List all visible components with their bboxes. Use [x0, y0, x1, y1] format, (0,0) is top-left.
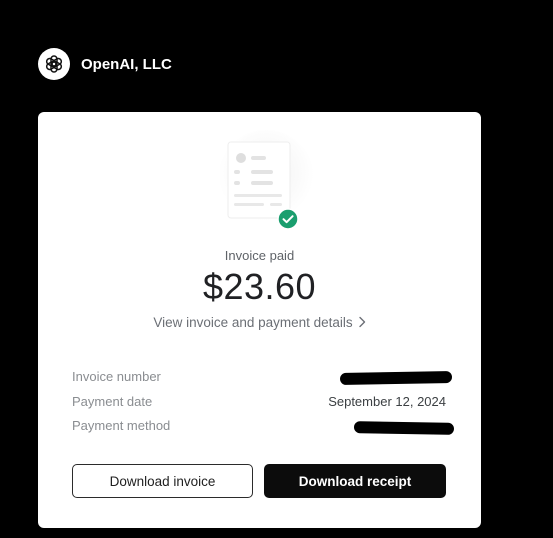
payment-method-label: Payment method: [72, 418, 171, 433]
download-invoice-button[interactable]: Download invoice: [72, 464, 253, 498]
check-circle-icon: [277, 208, 299, 230]
redacted-invoice-number: [339, 371, 453, 385]
invoice-amount: $23.60: [202, 266, 317, 307]
payment-date-row: Payment date September 12, 2024: [72, 394, 446, 412]
download-receipt-button[interactable]: Download receipt: [264, 464, 446, 498]
payment-method-row: Payment method: [72, 418, 455, 436]
redacted-payment-method: [353, 421, 455, 435]
company-name: OpenAI, LLC: [81, 55, 172, 73]
view-details-link[interactable]: View invoice and payment details: [38, 315, 481, 331]
invoice-status: Invoice paid: [224, 248, 295, 263]
openai-logo-icon: [38, 48, 70, 80]
payment-date-value: September 12, 2024: [328, 394, 446, 409]
header: OpenAI, LLC: [38, 48, 172, 80]
invoice-number-label: Invoice number: [72, 369, 161, 384]
invoice-document-icon: [218, 130, 320, 234]
view-details-label: View invoice and payment details: [153, 315, 353, 330]
invoice-number-row: Invoice number: [72, 369, 453, 387]
invoice-card: Invoice paid $23.60 View invoice and pay…: [38, 112, 481, 528]
payment-date-label: Payment date: [72, 394, 153, 409]
chevron-right-icon: [358, 316, 366, 331]
